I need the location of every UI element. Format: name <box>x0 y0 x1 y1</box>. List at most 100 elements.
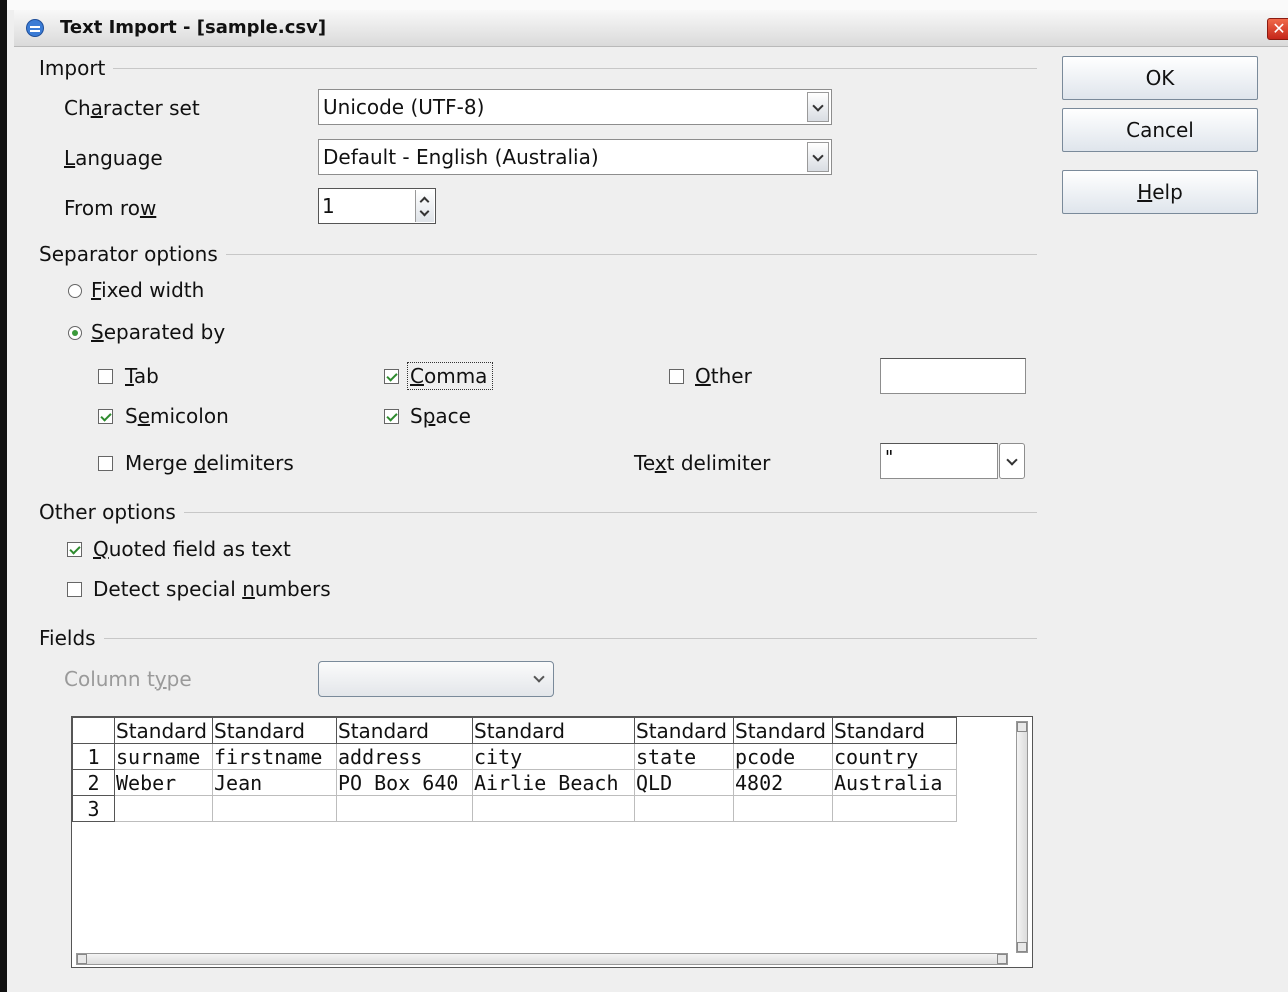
ok-button[interactable]: OK <box>1062 56 1258 100</box>
fields-line <box>41 638 1037 639</box>
tab-checkbox[interactable] <box>98 369 113 384</box>
table-cell: Jean <box>212 769 337 796</box>
table-cell: address <box>336 743 473 770</box>
quoted-field-checkbox[interactable] <box>67 542 82 557</box>
other-options-line <box>41 512 1037 513</box>
table-cell: PO Box 640 <box>336 769 473 796</box>
other-separator-input[interactable] <box>880 358 1026 394</box>
table-cell <box>472 795 635 822</box>
text-delimiter-value: " <box>885 447 894 468</box>
table-row: 3 <box>72 795 957 822</box>
import-separator-line <box>41 68 1037 69</box>
table-cell <box>733 795 833 822</box>
row-number: 1 <box>72 743 115 770</box>
cancel-button[interactable]: Cancel <box>1062 108 1258 152</box>
spinner-buttons[interactable] <box>415 190 434 222</box>
scroll-right-icon[interactable] <box>997 954 1007 964</box>
table-cell: state <box>634 743 734 770</box>
row-number: 3 <box>72 795 115 822</box>
vertical-scrollbar[interactable] <box>1016 721 1028 953</box>
chevron-down-icon <box>1006 454 1018 466</box>
corner-cell <box>72 717 115 744</box>
fixed-width-label[interactable]: Fixed width <box>91 278 204 302</box>
table-cell: Weber <box>114 769 213 796</box>
language-dropdown-button[interactable] <box>807 142 829 172</box>
separated-by-label[interactable]: Separated by <box>91 320 225 344</box>
close-button[interactable]: ✕ <box>1267 18 1288 40</box>
other-label[interactable]: Other <box>695 364 752 388</box>
charset-value: Unicode (UTF-8) <box>323 95 485 119</box>
column-header[interactable]: Standard <box>634 717 734 744</box>
row-number: 2 <box>72 769 115 796</box>
title-bar[interactable]: Text Import - [sample.csv] ✕ <box>14 10 1288 47</box>
space-checkbox[interactable] <box>384 409 399 424</box>
separator-section-title: Separator options <box>39 242 226 266</box>
table-cell: QLD <box>634 769 734 796</box>
table-cell <box>336 795 473 822</box>
column-header[interactable]: Standard <box>733 717 833 744</box>
text-import-dialog: Text Import - [sample.csv] ✕ Import Char… <box>0 0 1288 992</box>
table-cell: Australia <box>832 769 957 796</box>
semicolon-checkbox[interactable] <box>98 409 113 424</box>
charset-dropdown-button[interactable] <box>807 92 829 122</box>
text-delimiter-dropdown-button[interactable] <box>999 443 1025 479</box>
detect-numbers-checkbox[interactable] <box>67 582 82 597</box>
column-header[interactable]: Standard <box>832 717 957 744</box>
table-cell: 4802 <box>733 769 833 796</box>
separated-by-radio[interactable] <box>68 326 82 340</box>
charset-label: Character set <box>64 96 200 120</box>
column-type-label: Column type <box>64 667 192 691</box>
language-combobox[interactable]: Default - English (Australia) <box>318 139 832 175</box>
scroll-down-icon[interactable] <box>1017 942 1027 952</box>
text-delimiter-input[interactable]: " <box>880 443 998 479</box>
column-header-row: Standard Standard Standard Standard Stan… <box>72 717 957 744</box>
column-header[interactable]: Standard <box>212 717 337 744</box>
quoted-field-label[interactable]: Quoted field as text <box>93 537 291 561</box>
background-strip <box>7 0 1288 10</box>
other-options-title: Other options <box>39 500 184 524</box>
chevron-down-icon <box>812 100 824 112</box>
table-row: 1 surname firstname address city state p… <box>72 743 957 770</box>
language-label: Language <box>64 146 163 170</box>
column-header[interactable]: Standard <box>114 717 213 744</box>
table-cell <box>634 795 734 822</box>
merge-delimiters-label[interactable]: Merge delimiters <box>125 451 294 475</box>
help-button[interactable]: Help <box>1062 170 1258 214</box>
help-button-label: elp <box>1152 180 1183 204</box>
table-cell <box>832 795 957 822</box>
detect-numbers-label[interactable]: Detect special numbers <box>93 577 331 601</box>
table-cell <box>212 795 337 822</box>
horizontal-scrollbar[interactable] <box>76 953 1008 965</box>
charset-combobox[interactable]: Unicode (UTF-8) <box>318 89 832 125</box>
spin-down-icon[interactable] <box>419 206 430 217</box>
help-button-mnemonic: H <box>1137 180 1153 204</box>
table-cell: city <box>472 743 635 770</box>
from-row-spinner[interactable]: 1 <box>318 188 436 224</box>
fields-title: Fields <box>39 626 104 650</box>
table-cell: country <box>832 743 957 770</box>
space-label[interactable]: Space <box>410 404 471 428</box>
spin-up-icon[interactable] <box>419 196 430 207</box>
scroll-left-icon[interactable] <box>77 954 87 964</box>
fixed-width-radio[interactable] <box>68 284 82 298</box>
chevron-down-icon <box>812 150 824 162</box>
import-section-title: Import <box>39 56 114 80</box>
tab-label[interactable]: Tab <box>125 364 159 388</box>
from-row-value: 1 <box>322 194 335 218</box>
merge-delimiters-checkbox[interactable] <box>98 456 113 471</box>
scroll-up-icon[interactable] <box>1017 722 1027 732</box>
column-header[interactable]: Standard <box>336 717 473 744</box>
column-type-combobox[interactable] <box>318 661 554 697</box>
window-title: Text Import - [sample.csv] <box>60 17 327 38</box>
chevron-down-icon <box>533 671 545 683</box>
language-value: Default - English (Australia) <box>323 145 599 169</box>
app-icon <box>26 19 44 37</box>
semicolon-label[interactable]: Semicolon <box>125 404 229 428</box>
table-cell: Airlie Beach <box>472 769 635 796</box>
other-checkbox[interactable] <box>669 369 684 384</box>
comma-checkbox[interactable] <box>384 369 399 384</box>
column-header[interactable]: Standard <box>472 717 635 744</box>
data-preview-grid[interactable]: Standard Standard Standard Standard Stan… <box>71 716 1033 968</box>
from-row-label: From row <box>64 196 157 220</box>
text-delimiter-label: Text delimiter <box>634 451 771 475</box>
